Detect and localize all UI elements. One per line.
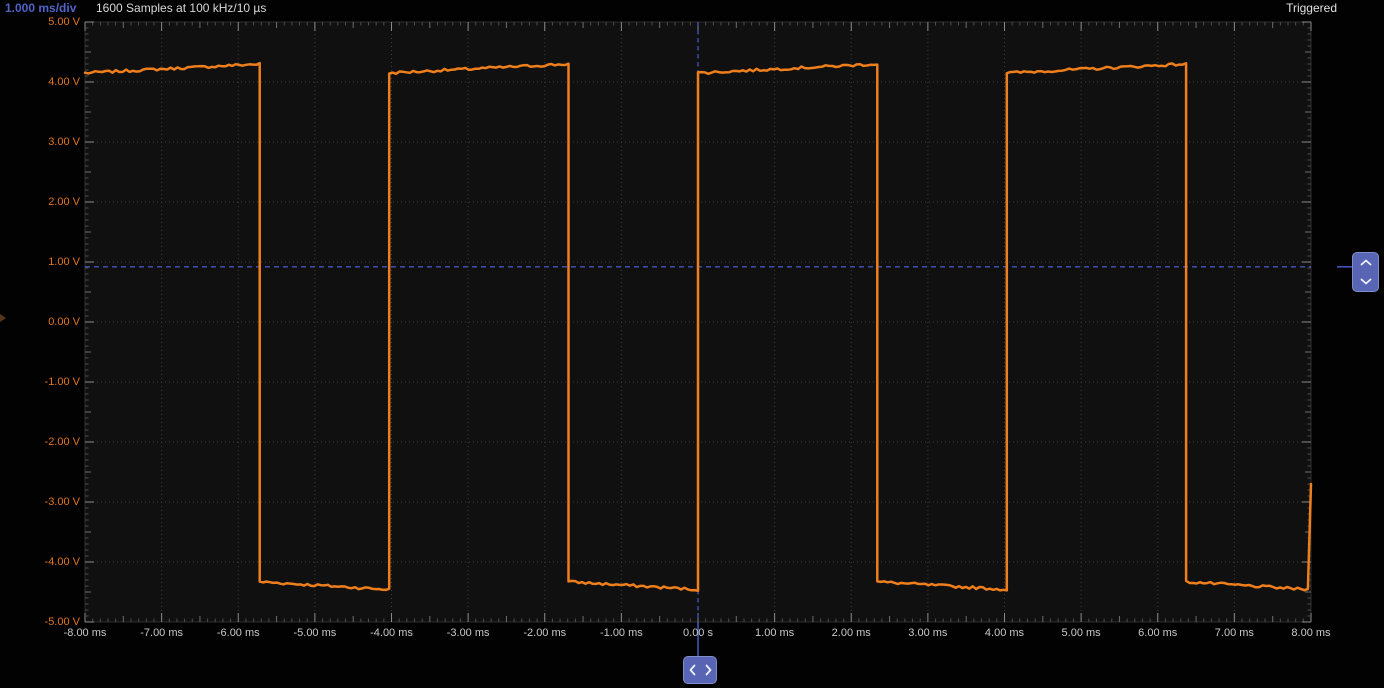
y-axis-tick-label: 4.00 V [0,76,80,89]
x-axis-tick-label: -5.00 ms [293,627,336,640]
scope-plot-canvas[interactable] [0,0,1384,688]
x-axis-tick-label: -6.00 ms [217,627,260,640]
y-axis-tick-label: -2.00 V [0,436,80,449]
trigger-level-down-button[interactable] [1353,272,1378,291]
y-axis-tick-label: -4.00 V [0,556,80,569]
x-axis-tick-label: 6.00 ms [1138,627,1177,640]
x-axis-tick-label: 4.00 ms [985,627,1024,640]
x-axis-tick-label: -8.00 ms [64,627,107,640]
x-axis-tick-label: 7.00 ms [1215,627,1254,640]
x-axis-tick-label: 8.00 ms [1291,627,1330,640]
y-axis-tick-label: 2.00 V [0,196,80,209]
x-axis-tick-label: 1.00 ms [755,627,794,640]
x-axis-tick-label: 5.00 ms [1062,627,1101,640]
y-axis-tick-label: -1.00 V [0,376,80,389]
trigger-level-up-button[interactable] [1353,253,1378,272]
x-axis-tick-label: -2.00 ms [523,627,566,640]
y-axis-tick-label: -3.00 V [0,496,80,509]
y-axis-tick-label: 1.00 V [0,256,80,269]
y-axis-tick-label: 3.00 V [0,136,80,149]
x-axis-tick-label: 2.00 ms [832,627,871,640]
x-axis-tick-label: 3.00 ms [908,627,947,640]
trigger-position-widget[interactable] [683,656,717,684]
y-axis-tick-label: 0.00 V [0,316,80,329]
y-axis-tick-label: 5.00 V [0,16,80,29]
trigger-position-left-button[interactable] [684,657,700,683]
chevron-left-icon [689,664,696,676]
x-axis-tick-label: -1.00 ms [600,627,643,640]
chevron-up-icon [1360,259,1372,266]
chevron-right-icon [705,664,712,676]
x-axis-tick-label: 0.00 s [683,627,713,640]
trigger-level-widget[interactable] [1352,252,1379,292]
channel-offset-marker-icon[interactable] [0,314,6,322]
x-axis-tick-label: -4.00 ms [370,627,413,640]
chevron-down-icon [1360,278,1372,285]
x-axis-tick-label: -7.00 ms [140,627,183,640]
x-axis-tick-label: -3.00 ms [447,627,490,640]
trigger-position-right-button[interactable] [700,657,716,683]
